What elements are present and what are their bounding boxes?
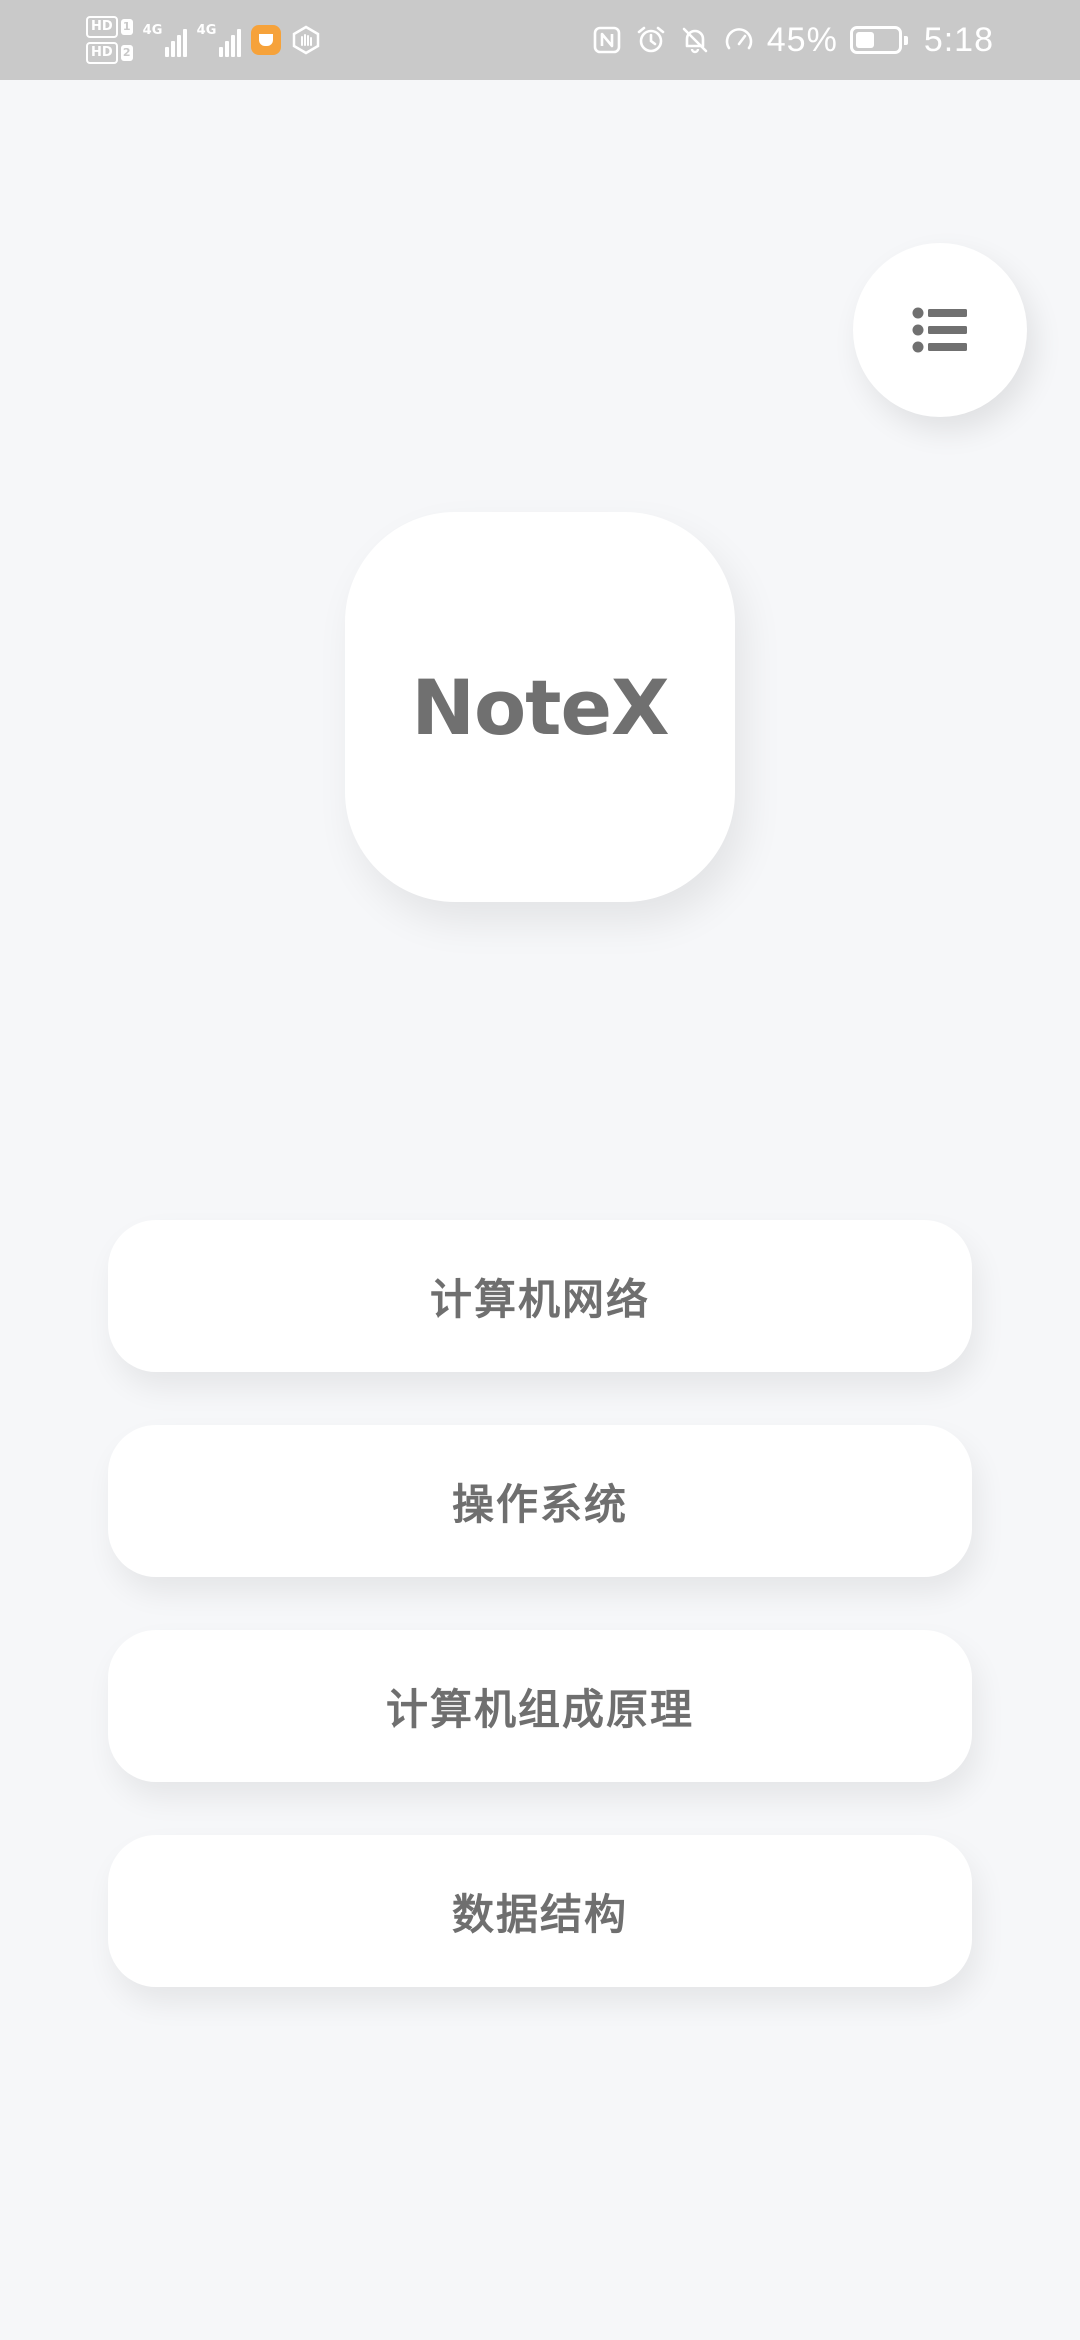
status-bar-right: 45% 5:18 [591, 10, 994, 70]
topic-button-computer-organization[interactable]: 计算机组成原理 [108, 1630, 972, 1782]
signal-strength-icon: 4G [197, 23, 241, 57]
sim2-indicator: HD 2 [86, 42, 133, 64]
topic-label: 计算机组成原理 [385, 1684, 694, 1734]
topic-button-computer-network[interactable]: 计算机网络 [108, 1220, 972, 1372]
topic-label: 操作系统 [451, 1479, 628, 1529]
topic-list: 计算机网络 操作系统 计算机组成原理 数据结构 [108, 1220, 972, 2040]
hd-badge: HD [86, 16, 118, 38]
hd-badge: HD [86, 42, 118, 64]
nfc-icon [593, 26, 621, 54]
status-bar: HD 1 HD 2 4G 4G 45% 5:18 [0, 0, 1080, 80]
app-logo-text: NoteX [411, 662, 669, 752]
app-notification-icon [250, 25, 281, 55]
sim-index: 1 [120, 19, 133, 35]
topic-label: 计算机网络 [429, 1274, 650, 1324]
sim-index: 2 [120, 45, 133, 61]
network-type: 4G [142, 23, 163, 38]
status-bar-left: HD 1 HD 2 4G 4G [86, 10, 321, 70]
battery-percent: 45% [766, 20, 838, 59]
app-screen: HD 1 HD 2 4G 4G 45% 5:18 NoteX 计算机网络 操作系… [0, 0, 1080, 2340]
app-logo-card: NoteX [345, 512, 735, 902]
network-type: 4G [196, 23, 217, 38]
list-icon [912, 307, 967, 353]
mute-icon [682, 27, 708, 54]
hand-shield-icon [292, 25, 319, 55]
battery-level-fill [855, 32, 874, 48]
signal-strength-icon: 4G [143, 23, 187, 57]
clock: 5:18 [923, 20, 994, 59]
sim1-indicator: HD 1 [86, 16, 133, 38]
sim-indicators: HD 1 HD 2 [86, 16, 133, 64]
topic-label: 数据结构 [451, 1889, 628, 1939]
alarm-icon [637, 26, 665, 53]
topic-button-operating-system[interactable]: 操作系统 [108, 1425, 972, 1577]
topic-button-data-structures[interactable]: 数据结构 [108, 1835, 972, 1987]
menu-button[interactable] [853, 243, 1027, 417]
speed-icon [725, 28, 752, 50]
battery-icon [849, 26, 908, 54]
